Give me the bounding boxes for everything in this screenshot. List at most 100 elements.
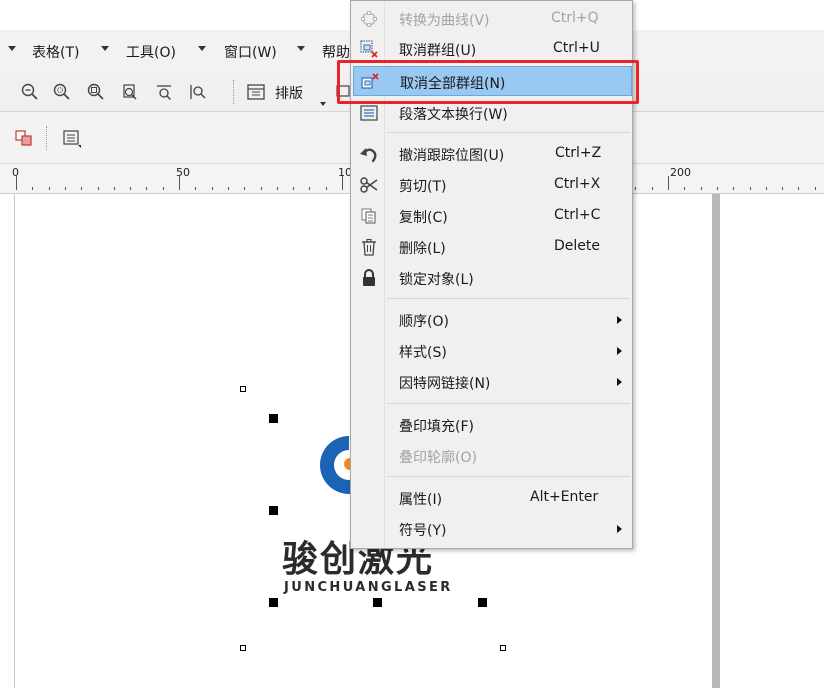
ruler-tick	[749, 187, 751, 190]
ruler-tick	[81, 187, 83, 190]
selection-handle[interactable]	[269, 598, 278, 607]
menu-item-label: 符号(Y)	[399, 523, 447, 539]
menu-item-symbol[interactable]: 符号(Y)	[353, 514, 632, 544]
menu-item-label: 样式(S)	[399, 345, 447, 361]
ruler-tick	[293, 187, 295, 190]
menu-help[interactable]: 帮助	[322, 42, 350, 62]
ruler-tick	[195, 187, 197, 190]
ruler-tick	[276, 187, 278, 190]
ruler-tick	[668, 176, 669, 190]
menu-separator	[387, 476, 630, 477]
selection-handle[interactable]	[269, 414, 278, 423]
menu-item-cut[interactable]: 剪切(T) Ctrl+X	[353, 170, 632, 200]
selection-handle[interactable]	[269, 506, 278, 515]
copy-icon	[359, 206, 379, 226]
menu-item-label: 叠印轮廓(O)	[399, 450, 477, 466]
menu-item-properties[interactable]: 属性(I) Alt+Enter	[353, 483, 632, 513]
zoom-page-icon[interactable]	[120, 82, 140, 102]
menu-item-internet-link[interactable]: 因特网链接(N)	[353, 367, 632, 397]
menu-item-overprint-fill[interactable]: 叠印填充(F)	[353, 410, 632, 440]
ruler-tick	[782, 187, 784, 190]
menu-item-shortcut: Ctrl+X	[554, 176, 601, 192]
ruler-tick	[798, 187, 800, 190]
ruler-tick	[342, 176, 343, 190]
menu-item-copy[interactable]: 复制(C) Ctrl+C	[353, 201, 632, 231]
ruler-tick	[716, 187, 718, 190]
ruler-tick	[684, 187, 686, 190]
menu-item-label: 段落文本换行(W)	[399, 107, 508, 123]
menu-item-label: 取消群组(U)	[399, 43, 477, 59]
ruler-tick	[814, 187, 816, 190]
menu-item-order[interactable]: 顺序(O)	[353, 305, 632, 335]
submenu-arrow-icon	[617, 316, 622, 324]
menu-window[interactable]: 窗口(W)	[224, 42, 277, 62]
logo-english-text: JUNCHUANGLASER	[284, 580, 453, 595]
menu-item-shortcut: Ctrl+C	[554, 207, 601, 223]
menu-item-undo-trace[interactable]: 撤消跟踪位图(U) Ctrl+Z	[353, 139, 632, 169]
ruler-tick	[146, 187, 148, 190]
menu-item-label: 锁定对象(L)	[399, 272, 474, 288]
scissors-icon	[359, 175, 379, 195]
menu-item-label: 属性(I)	[399, 492, 443, 508]
layout-icon[interactable]	[246, 82, 266, 102]
selection-handle[interactable]	[240, 645, 246, 651]
menu-item-label: 因特网链接(N)	[399, 376, 491, 392]
ruler-tick	[260, 187, 262, 190]
menu-item-label: 剪切(T)	[399, 179, 447, 195]
ruler-tick	[733, 187, 735, 190]
toolbar-separator	[46, 126, 47, 150]
selection-handle[interactable]	[373, 598, 382, 607]
menu-tools[interactable]: 工具(O)	[126, 42, 176, 62]
chevron-down-icon[interactable]	[320, 102, 326, 106]
wrap-text-icon[interactable]	[62, 128, 82, 148]
menu-item-shortcut: Alt+Enter	[530, 489, 599, 505]
zoom-out-icon[interactable]	[20, 82, 40, 102]
selection-handle[interactable]	[500, 645, 506, 651]
toolbar-separator	[233, 80, 234, 104]
ruler-tick	[325, 187, 327, 190]
menu-item-overprint-outline[interactable]: 叠印轮廓(O)	[353, 441, 632, 471]
ruler-tick	[130, 187, 132, 190]
menu-item-delete[interactable]: 删除(L) Delete	[353, 232, 632, 262]
menu-item-label: 撤消跟踪位图(U)	[399, 148, 505, 164]
zoom-width-icon[interactable]	[154, 82, 174, 102]
zoom-height-icon[interactable]	[188, 82, 208, 102]
menu-item-label: 转换为曲线(V)	[399, 13, 490, 29]
combine-objects-icon[interactable]	[14, 128, 34, 148]
ruler-tick	[113, 187, 115, 190]
undo-icon	[359, 144, 379, 164]
zoom-all-icon[interactable]	[86, 82, 106, 102]
ruler-tick	[211, 187, 213, 190]
menu-item-label: 复制(C)	[399, 210, 448, 226]
menu-separator	[387, 298, 630, 299]
menu-item-style[interactable]: 样式(S)	[353, 336, 632, 366]
ruler-tick	[651, 187, 653, 190]
menu-separator	[387, 403, 630, 404]
menu-item-lock-object[interactable]: 锁定对象(L)	[353, 263, 632, 293]
submenu-arrow-icon	[617, 378, 622, 386]
page-shadow	[712, 194, 720, 688]
selection-handle[interactable]	[478, 598, 487, 607]
selection-handle[interactable]	[240, 386, 246, 392]
ruler-tick	[48, 187, 50, 190]
ruler-tick	[97, 187, 99, 190]
menu-table[interactable]: 表格(T)	[32, 42, 79, 62]
ruler-tick	[227, 187, 229, 190]
toolbar-overflow	[0, 82, 8, 102]
ruler-tick	[64, 187, 66, 190]
ruler-tick	[16, 176, 17, 190]
page-border	[14, 194, 15, 688]
chevron-down-icon	[8, 46, 16, 51]
chevron-down-icon	[101, 46, 109, 51]
ruler-tick	[765, 187, 767, 190]
menu-item-convert-to-curves[interactable]: 转换为曲线(V) Ctrl+Q	[353, 4, 632, 34]
menu-item-shortcut: Delete	[554, 238, 600, 254]
wrap-text-icon	[359, 103, 379, 123]
layout-button-label[interactable]: 排版	[275, 83, 303, 103]
ruler-tick	[179, 176, 180, 190]
chevron-down-icon	[297, 46, 305, 51]
zoom-selected-icon[interactable]	[52, 82, 72, 102]
menu-item-label: 删除(L)	[399, 241, 446, 257]
menu-item-label: 顺序(O)	[399, 314, 449, 330]
trash-icon	[359, 237, 379, 257]
